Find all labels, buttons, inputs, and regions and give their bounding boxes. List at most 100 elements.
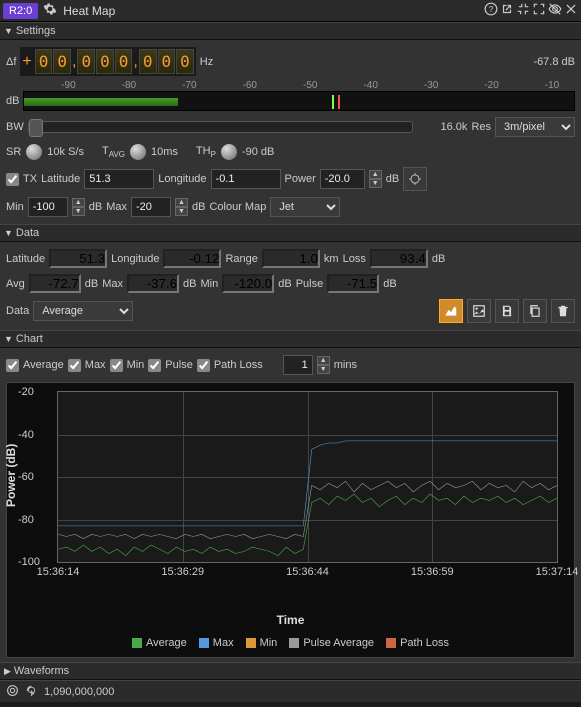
tx-label: TX xyxy=(23,173,37,185)
svg-text:?: ? xyxy=(489,5,494,14)
top-db-value: -67.8 dB xyxy=(533,56,575,68)
tavg-knob[interactable] xyxy=(129,143,147,161)
refresh-icon[interactable] xyxy=(25,684,38,700)
tx-lat-input[interactable] xyxy=(84,169,154,189)
section-settings[interactable]: ▼ Settings xyxy=(0,22,581,40)
cb-min[interactable] xyxy=(110,359,123,372)
chart-panel: Average Max Min Pulse Path Loss ▲▼ mins … xyxy=(0,348,581,662)
locate-button[interactable] xyxy=(403,167,427,191)
df-display[interactable]: + 0 0 , 0 0 0 , 0 0 0 xyxy=(20,47,195,76)
thp-label: THP xyxy=(196,145,216,159)
df-label: Δf xyxy=(6,56,16,68)
cb-max[interactable] xyxy=(68,359,81,372)
shrink-icon[interactable] xyxy=(516,2,530,19)
loss-label: Loss xyxy=(343,253,366,265)
data-label: Data xyxy=(6,305,29,317)
hide-icon[interactable] xyxy=(548,2,562,19)
close-icon[interactable] xyxy=(564,2,578,19)
help-icon[interactable]: ? xyxy=(484,2,498,19)
chevron-down-icon: ▼ xyxy=(4,228,13,238)
max-label: Max xyxy=(102,278,123,290)
cb-pathloss[interactable] xyxy=(197,359,210,372)
res-label: Res xyxy=(471,121,491,133)
range-value xyxy=(262,249,320,268)
db-label: dB xyxy=(6,95,19,107)
expand-icon[interactable] xyxy=(532,2,546,19)
section-title: Settings xyxy=(16,25,56,37)
max-input[interactable] xyxy=(131,197,171,217)
max-spinner[interactable]: ▲▼ xyxy=(175,198,188,216)
bw-value: 16.0k xyxy=(417,121,467,133)
data-lon-value xyxy=(163,249,221,268)
tx-checkbox[interactable] xyxy=(6,173,19,186)
tavg-value: 10ms xyxy=(151,146,178,158)
section-title: Data xyxy=(16,227,39,239)
sr-knob[interactable] xyxy=(25,143,43,161)
status-bar: 1,090,000,000 xyxy=(0,680,581,702)
chart-plot[interactable]: -20 -40 -60 -80 -100 15:36:14 15:36:29 1… xyxy=(57,391,558,563)
data-select[interactable]: Average xyxy=(33,301,133,321)
section-chart[interactable]: ▼ Chart xyxy=(0,330,581,348)
section-title: Chart xyxy=(16,333,43,345)
power-input[interactable] xyxy=(320,169,365,189)
delete-button[interactable] xyxy=(551,299,575,323)
tavg-label: TAVG xyxy=(102,145,125,159)
gear-icon[interactable] xyxy=(43,2,57,19)
channel-tag: R2:0 xyxy=(3,3,38,19)
chart: Power (dB) -20 -40 -60 -80 -100 15:36:14… xyxy=(6,382,575,658)
avg-label: Avg xyxy=(6,278,25,290)
min-input[interactable] xyxy=(28,197,68,217)
settings-panel: Δf + 0 0 , 0 0 0 , 0 0 0 Hz -67.8 dB dB … xyxy=(0,40,581,224)
section-title: Waveforms xyxy=(14,665,69,677)
max-value xyxy=(127,274,179,293)
x-axis-title: Time xyxy=(15,591,566,627)
status-freq: 1,090,000,000 xyxy=(44,686,114,698)
cb-pulse[interactable] xyxy=(148,359,161,372)
range-label: Range xyxy=(225,253,257,265)
res-select[interactable]: 3m/pixel xyxy=(495,117,575,137)
lat-label: Latitude xyxy=(6,253,45,265)
bw-label: BW xyxy=(6,121,24,133)
avg-value xyxy=(29,274,81,293)
copy-button[interactable] xyxy=(523,299,547,323)
bw-slider[interactable] xyxy=(28,121,414,133)
sr-label: SR xyxy=(6,146,21,158)
mins-input[interactable] xyxy=(283,355,313,375)
image-button[interactable] xyxy=(467,299,491,323)
min-label: Min xyxy=(200,278,218,290)
tx-lon-input[interactable] xyxy=(211,169,281,189)
min-spinner[interactable]: ▲▼ xyxy=(72,198,85,216)
chevron-right-icon: ▶ xyxy=(4,666,11,677)
lon-label: Longitude xyxy=(111,253,159,265)
lon-label: Longitude xyxy=(158,173,206,185)
y-axis-title: Power (dB) xyxy=(4,444,18,507)
thp-value: -90 dB xyxy=(242,146,274,158)
pulse-value xyxy=(327,274,379,293)
title-bar: R2:0 Heat Map ? xyxy=(0,0,581,22)
thp-knob[interactable] xyxy=(220,143,238,161)
cb-average[interactable] xyxy=(6,359,19,372)
section-data[interactable]: ▼ Data xyxy=(0,224,581,242)
power-indicator: -90 -80 -70 -60 -50 -40 -30 -20 -10 xyxy=(23,91,575,111)
data-lat-value xyxy=(49,249,107,268)
min-value xyxy=(222,274,274,293)
section-waveforms[interactable]: ▶ Waveforms xyxy=(0,662,581,680)
chevron-down-icon: ▼ xyxy=(4,26,13,36)
popout-icon[interactable] xyxy=(500,2,514,19)
data-panel: Latitude Longitude Range km Loss dB Avg … xyxy=(0,242,581,330)
chart-button[interactable] xyxy=(439,299,463,323)
chart-legend: Average Max Min Pulse Average Path Loss xyxy=(15,627,566,651)
sr-value: 10k S/s xyxy=(47,146,84,158)
mins-spinner[interactable]: ▲▼ xyxy=(317,356,330,374)
window-title: Heat Map xyxy=(60,4,484,18)
cmap-select[interactable]: Jet xyxy=(270,197,340,217)
chevron-down-icon: ▼ xyxy=(4,334,13,344)
pulse-label: Pulse xyxy=(296,278,324,290)
target-icon[interactable] xyxy=(6,684,19,700)
power-spinner[interactable]: ▲▼ xyxy=(369,170,382,188)
cmap-label: Colour Map xyxy=(209,201,266,213)
loss-value xyxy=(370,249,428,268)
max-label: Max xyxy=(106,201,127,213)
save-button[interactable] xyxy=(495,299,519,323)
power-label: Power xyxy=(285,173,316,185)
